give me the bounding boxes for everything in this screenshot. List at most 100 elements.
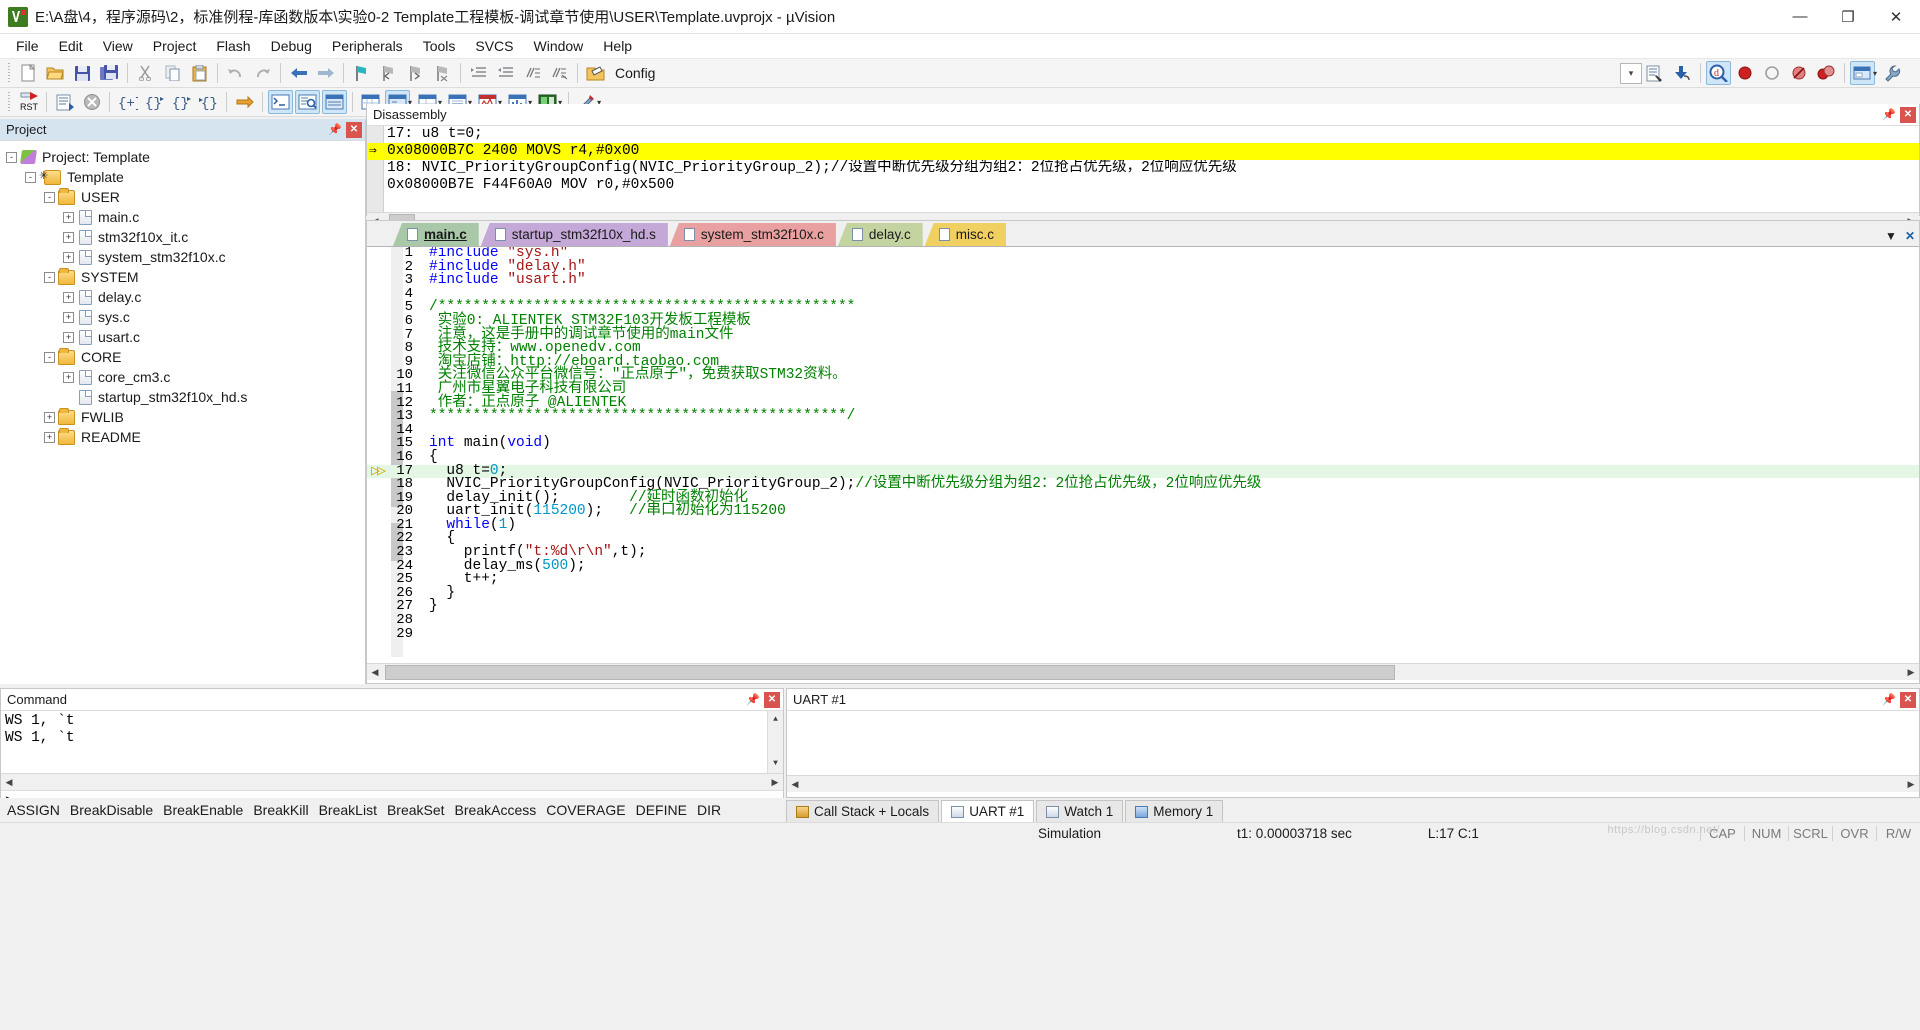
close-icon[interactable]: ✕ bbox=[1900, 106, 1916, 123]
collapse-toggle-icon[interactable]: - bbox=[6, 151, 17, 163]
undo-icon[interactable] bbox=[223, 61, 248, 85]
bottom-tab-call-stack-locals[interactable]: Call Stack + Locals bbox=[786, 800, 940, 822]
editor-tab-system-stm32f10x-c[interactable]: system_stm32f10x.c bbox=[669, 223, 836, 246]
tree-item-sys-c[interactable]: + sys.c bbox=[4, 307, 365, 327]
disassembly-source-line[interactable]: 17: u8 t=0; bbox=[367, 126, 1919, 143]
scroll-track[interactable] bbox=[803, 776, 1903, 792]
tree-item-readme[interactable]: + README bbox=[4, 427, 365, 447]
collapse-toggle-icon[interactable]: - bbox=[44, 191, 55, 203]
scroll-right-icon[interactable]: ▶ bbox=[1903, 664, 1919, 680]
collapse-toggle-icon[interactable]: - bbox=[25, 171, 36, 183]
code-line[interactable]: 20 uart_init(115200); //串口初始化为115200 bbox=[367, 504, 1919, 519]
code-line[interactable]: 3 #include "usart.h" bbox=[367, 273, 1919, 288]
pin-icon[interactable]: 📌 bbox=[1881, 692, 1897, 708]
uart-hscrollbar[interactable]: ◀ ▶ bbox=[787, 775, 1919, 792]
indent-icon[interactable] bbox=[466, 61, 491, 85]
tree-item-main-c[interactable]: + main.c bbox=[4, 207, 365, 227]
tree-item-system-stm32f10x-c[interactable]: + system_stm32f10x.c bbox=[4, 247, 365, 267]
menu-flash[interactable]: Flash bbox=[206, 35, 260, 57]
tree-item-template[interactable]: - Template bbox=[4, 167, 365, 187]
code-line[interactable]: 14 bbox=[367, 423, 1919, 438]
scroll-track[interactable] bbox=[383, 664, 1903, 680]
scroll-up-icon[interactable]: ▲ bbox=[768, 711, 783, 727]
disassembly-asm-line[interactable]: ⇒ 0x08000B7C 2400 MOVS r4,#0x00 bbox=[367, 143, 1919, 160]
new-file-icon[interactable] bbox=[16, 61, 41, 85]
command-button-breakenable[interactable]: BreakEnable bbox=[158, 802, 248, 818]
command-button-breakaccess[interactable]: BreakAccess bbox=[450, 802, 542, 818]
expand-toggle-icon[interactable]: + bbox=[63, 331, 74, 343]
expand-toggle-icon[interactable]: + bbox=[63, 291, 74, 303]
cut-icon[interactable] bbox=[133, 61, 158, 85]
menu-tools[interactable]: Tools bbox=[413, 35, 466, 57]
command-button-dir[interactable]: DIR bbox=[692, 802, 726, 818]
menu-window[interactable]: Window bbox=[524, 35, 594, 57]
disassembly-asm-line[interactable]: 0x08000B7E F44F60A0 MOV r0,#0x500 bbox=[367, 177, 1919, 194]
expand-toggle-icon[interactable]: + bbox=[63, 231, 74, 243]
menu-debug[interactable]: Debug bbox=[261, 35, 322, 57]
command-button-assign[interactable]: ASSIGN bbox=[2, 802, 65, 818]
redo-icon[interactable] bbox=[250, 61, 275, 85]
disassembly-gutter[interactable] bbox=[367, 126, 384, 212]
scroll-right-icon[interactable]: ▶ bbox=[767, 774, 783, 790]
maximize-button[interactable]: ❐ bbox=[1824, 0, 1872, 34]
navigate-back-icon[interactable] bbox=[286, 61, 311, 85]
bookmark-clear-icon[interactable] bbox=[430, 61, 455, 85]
wrench-icon[interactable] bbox=[1880, 61, 1905, 85]
editor-tab-misc-c[interactable]: misc.c bbox=[924, 223, 1006, 246]
command-vscrollbar[interactable]: ▲ ▼ bbox=[767, 711, 783, 773]
comment-icon[interactable] bbox=[520, 61, 545, 85]
toolbar-grip[interactable] bbox=[5, 92, 12, 112]
command-hscrollbar[interactable]: ◀ ▶ bbox=[1, 773, 783, 790]
expand-toggle-icon[interactable]: + bbox=[63, 251, 74, 263]
code-line[interactable]: 26 } bbox=[367, 586, 1919, 601]
menu-peripherals[interactable]: Peripherals bbox=[322, 35, 413, 57]
tree-item-project-template[interactable]: - Project: Template bbox=[4, 147, 365, 167]
paste-icon[interactable] bbox=[187, 61, 212, 85]
tree-item-system[interactable]: - SYSTEM bbox=[4, 267, 365, 287]
disassembly-source-line[interactable]: 18: NVIC_PriorityGroupConfig(NVIC_Priori… bbox=[367, 160, 1919, 177]
disable-all-breakpoints-icon[interactable] bbox=[1814, 61, 1839, 85]
build-output-icon[interactable] bbox=[1643, 61, 1668, 85]
pin-icon[interactable]: 📌 bbox=[327, 122, 343, 138]
tree-item-startup-stm32f10x-hd-s[interactable]: startup_stm32f10x_hd.s bbox=[4, 387, 365, 407]
debug-session-icon[interactable]: d bbox=[1705, 61, 1731, 85]
step-over-icon[interactable]: {} bbox=[142, 90, 167, 114]
save-icon[interactable] bbox=[70, 61, 95, 85]
editor-tab-delay-c[interactable]: delay.c bbox=[837, 223, 923, 246]
collapse-toggle-icon[interactable]: - bbox=[44, 271, 55, 283]
tree-item-fwlib[interactable]: + FWLIB bbox=[4, 407, 365, 427]
step-out-icon[interactable]: {} bbox=[169, 90, 194, 114]
run-icon[interactable] bbox=[52, 90, 77, 114]
copy-icon[interactable] bbox=[160, 61, 185, 85]
code-area[interactable]: 1 #include "sys.h" 2 #include "delay.h" 3 #in… bbox=[367, 247, 1919, 663]
bookmark-next-icon[interactable] bbox=[403, 61, 428, 85]
code-line[interactable]: 13 **************************************… bbox=[367, 409, 1919, 424]
config-wizard-icon[interactable] bbox=[583, 61, 608, 85]
tree-item-delay-c[interactable]: + delay.c bbox=[4, 287, 365, 307]
menu-edit[interactable]: Edit bbox=[49, 35, 93, 57]
target-options-icon[interactable] bbox=[1849, 61, 1875, 85]
bookmark-prev-icon[interactable] bbox=[376, 61, 401, 85]
command-button-define[interactable]: DEFINE bbox=[631, 802, 692, 818]
close-button[interactable]: ✕ bbox=[1872, 0, 1920, 34]
expand-toggle-icon[interactable]: + bbox=[44, 411, 55, 423]
scroll-thumb[interactable] bbox=[385, 664, 1395, 680]
code-line[interactable]: 1 #include "sys.h" bbox=[367, 247, 1919, 261]
tree-item-user[interactable]: - USER bbox=[4, 187, 365, 207]
expand-toggle-icon[interactable]: + bbox=[63, 311, 74, 323]
toolbar-grip[interactable] bbox=[5, 63, 12, 83]
disassembly-window-icon[interactable] bbox=[295, 90, 320, 114]
code-line[interactable]: 27} bbox=[367, 599, 1919, 614]
symbols-window-icon[interactable] bbox=[322, 90, 347, 114]
target-options-dropdown[interactable]: ▾ bbox=[1873, 69, 1877, 78]
command-button-breakkill[interactable]: BreakKill bbox=[248, 802, 313, 818]
scroll-right-icon[interactable]: ▶ bbox=[1903, 776, 1919, 792]
menu-svcs[interactable]: SVCS bbox=[465, 35, 523, 57]
close-icon[interactable]: ✕ bbox=[764, 691, 780, 708]
tree-item-core-cm3-c[interactable]: + core_cm3.c bbox=[4, 367, 365, 387]
download-icon[interactable] bbox=[1670, 61, 1695, 85]
close-tab-icon[interactable]: ✕ bbox=[1905, 229, 1915, 243]
step-icon[interactable]: {+} bbox=[115, 90, 140, 114]
close-icon[interactable]: ✕ bbox=[346, 121, 362, 138]
reset-cpu-icon[interactable]: RST bbox=[16, 90, 41, 114]
